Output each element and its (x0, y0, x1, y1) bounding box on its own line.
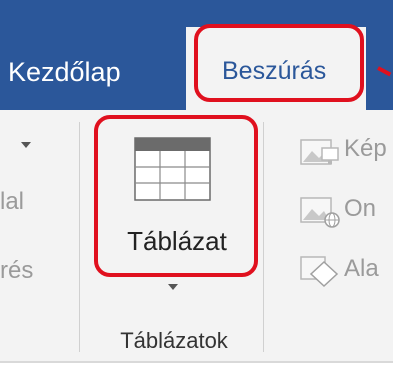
tab-kezdolap[interactable]: Kezdőlap (8, 55, 121, 89)
group-label-tablazatok: Táblázatok (120, 328, 228, 353)
pictures-label: Kép (344, 135, 387, 162)
group-separator (79, 122, 80, 352)
left-group-item[interactable]: rés (0, 256, 33, 286)
left-group-item[interactable]: lal (0, 187, 24, 217)
online-picture-icon (300, 197, 340, 228)
highlight-beszuras-tab (194, 24, 364, 102)
group-separator (263, 122, 264, 352)
picture-icon (300, 139, 339, 165)
highlight-table-button (94, 115, 258, 277)
shapes-icon (300, 256, 339, 288)
shapes-label: Ala (344, 255, 379, 282)
online-pictures-label: On (344, 195, 377, 222)
table-dropdown-arrow-icon[interactable] (168, 284, 178, 290)
ribbon-bottom-border (0, 361, 393, 363)
dropdown-arrow-icon[interactable] (21, 142, 31, 148)
